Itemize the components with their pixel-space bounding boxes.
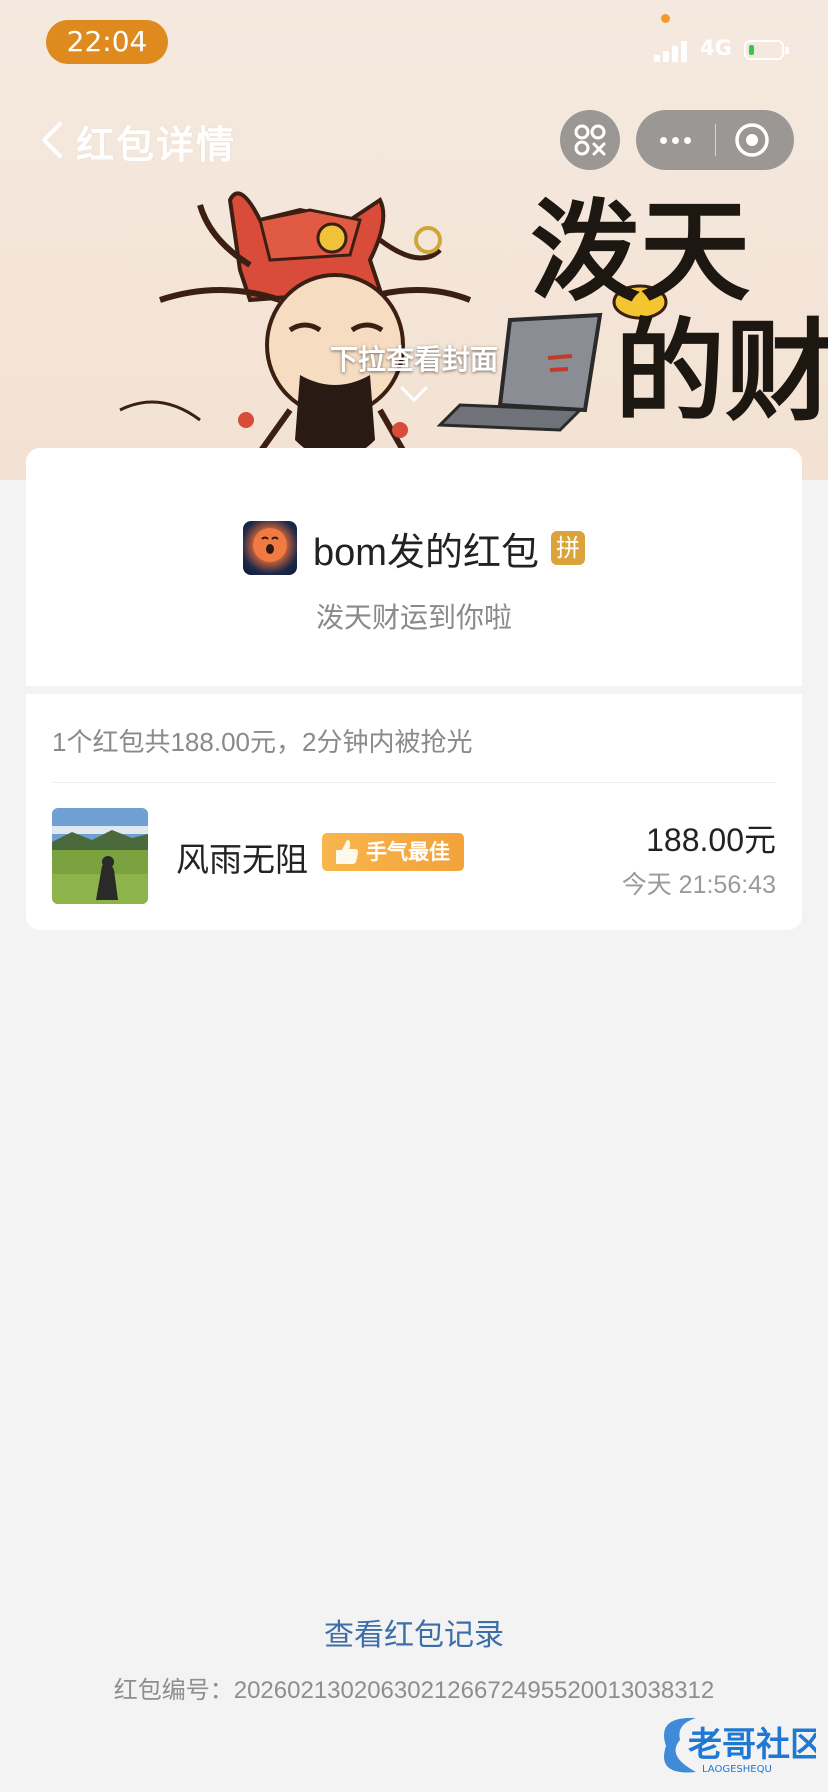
site-watermark-logo: 老哥社区 LAOGESHEQU xyxy=(664,1717,816,1775)
chevron-left-icon xyxy=(42,122,62,158)
receiver-list-card: 1个红包共188.00元，2分钟内被抢光 风雨无阻 手气最佳 188.00元 今… xyxy=(26,694,802,930)
navigation-bar: 红包详情 xyxy=(0,100,828,180)
received-amount: 188.00元 xyxy=(646,815,776,861)
receiver-avatar[interactable] xyxy=(52,808,148,904)
best-luck-badge: 手气最佳 xyxy=(322,833,464,871)
page-title: 红包详情 xyxy=(76,123,237,167)
received-time: 今天 21:56:43 xyxy=(621,871,776,899)
red-packet-cover-art: 泼天 的财 xyxy=(119,187,828,480)
list-item[interactable]: 风雨无阻 手气最佳 188.00元 今天 21:56:43 xyxy=(26,783,802,913)
more-icon xyxy=(660,137,667,144)
packet-serial: 红包编号：20260213020630212667249552001303831… xyxy=(0,1670,828,1705)
cover-header[interactable]: 泼天 的财 22:04 4G 红包详情 下拉查看封面 xyxy=(0,0,828,480)
watermark-text: 老哥社区 xyxy=(688,1725,816,1765)
serial-label: 红包编号： xyxy=(113,1677,234,1704)
mini-program-capsule xyxy=(636,110,794,170)
status-time: 22:04 xyxy=(46,20,168,64)
watermark-subtext: LAOGESHEQU xyxy=(702,1764,772,1775)
amount-currency: 元 xyxy=(743,822,776,858)
receiver-name: 风雨无阻 xyxy=(176,840,308,879)
amount-value: 188.00 xyxy=(646,822,744,858)
cover-calligraphy-line-1: 泼天 xyxy=(530,187,750,316)
blessing-message: 泼天财运到你啦 xyxy=(315,601,512,634)
record-target-icon xyxy=(735,123,769,157)
privacy-indicator-dot xyxy=(661,14,670,23)
pull-down-hint: 下拉查看封面 xyxy=(329,343,498,376)
avatar-face-image xyxy=(253,528,288,562)
thumbs-up-icon xyxy=(336,840,359,864)
sender-row: bom发的红包 拼 xyxy=(26,520,802,576)
group-luck-badge: 拼 xyxy=(550,531,585,565)
sender-title: bom发的红包 xyxy=(313,531,539,574)
scan-icon xyxy=(574,124,606,156)
view-records-link[interactable]: 查看红包记录 xyxy=(0,1610,828,1654)
battery-level xyxy=(749,45,754,55)
more-button[interactable] xyxy=(636,110,714,170)
sender-avatar[interactable] xyxy=(243,521,298,575)
serial-number: 20260213020630212667249552001303831​2 xyxy=(233,1677,715,1704)
signal-icon xyxy=(654,40,694,62)
chevron-down-icon xyxy=(400,386,428,403)
network-type: 4G xyxy=(700,36,732,60)
close-button[interactable] xyxy=(716,110,794,170)
scan-button[interactable] xyxy=(560,110,620,170)
landscape-photo-image xyxy=(52,808,148,904)
status-indicators: 4G xyxy=(650,34,800,68)
best-luck-label: 手气最佳 xyxy=(366,840,450,864)
back-button[interactable] xyxy=(36,118,72,162)
sender-card: bom发的红包 拼 泼天财运到你啦 xyxy=(26,448,802,686)
battery-icon xyxy=(744,40,789,60)
packet-summary: 1个红包共188.00元，2分钟内被抢光 xyxy=(52,727,473,757)
